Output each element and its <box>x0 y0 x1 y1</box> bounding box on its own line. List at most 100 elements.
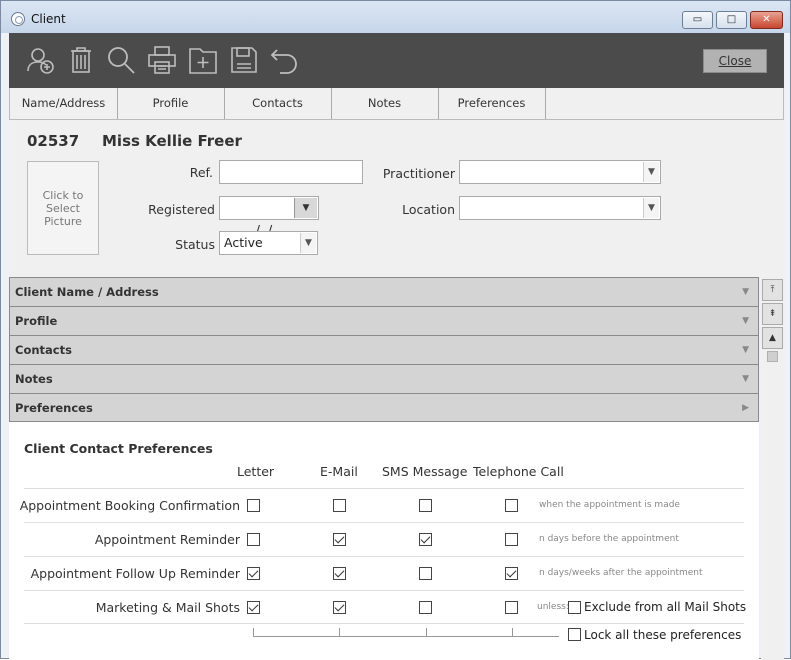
minimize-button[interactable]: ▭ <box>682 11 713 29</box>
checkbox-exclude-mail-shots[interactable] <box>568 601 581 614</box>
date-dropdown-icon[interactable]: ▼ <box>294 198 317 218</box>
tab-preferences[interactable]: Preferences <box>438 88 546 119</box>
scroll-page-up-icon[interactable]: ⇞ <box>762 303 783 325</box>
delete-icon[interactable] <box>65 44 97 76</box>
app-icon <box>11 12 25 26</box>
add-client-icon[interactable] <box>25 44 57 76</box>
checkbox-email[interactable] <box>333 601 346 614</box>
row-label: Appointment Reminder <box>94 532 240 547</box>
section-profile[interactable]: Profile ▼ <box>9 306 759 335</box>
checkbox-letter[interactable] <box>247 567 260 580</box>
column-letter: Letter <box>237 464 275 479</box>
client-window: Client ▭ □ ✕ Close Name/Address Profile <box>0 0 791 660</box>
column-tick <box>426 628 427 636</box>
registered-date-field[interactable]: / / ▼ <box>219 196 319 237</box>
status-value: Active <box>224 235 263 250</box>
tab-bar: Name/Address Profile Contacts Notes Pref… <box>9 88 784 120</box>
client-name: Miss Kellie Freer <box>102 132 242 150</box>
checkbox-sms[interactable] <box>419 567 432 580</box>
checkbox-sms[interactable] <box>419 533 432 546</box>
undo-icon[interactable] <box>269 44 301 76</box>
section-client-name-address[interactable]: Client Name / Address ▼ <box>9 277 759 306</box>
column-telephone: Telephone Call <box>473 464 564 479</box>
save-icon[interactable] <box>228 44 260 76</box>
print-icon[interactable] <box>146 44 178 76</box>
section-label: Profile <box>15 314 58 328</box>
scroll-top-icon[interactable]: ⤒ <box>762 279 783 301</box>
ref-input[interactable] <box>219 160 363 184</box>
pref-row-follow-up-reminder: Appointment Follow Up Reminder n days/we… <box>24 556 744 590</box>
scroll-thumb[interactable] <box>767 351 778 362</box>
section-label: Contacts <box>15 343 72 357</box>
column-tick <box>512 628 513 636</box>
checkbox-telephone[interactable] <box>505 533 518 546</box>
registered-label: Registered <box>148 202 215 217</box>
client-id: 02537 <box>27 132 80 150</box>
column-email: E-Mail <box>320 464 358 479</box>
section-label: Notes <box>15 372 53 386</box>
row-hint: n days/weeks after the appointment <box>539 568 703 578</box>
checkbox-telephone[interactable] <box>505 499 518 512</box>
section-list: Client Name / Address ▼ Profile ▼ Contacts… <box>9 277 759 422</box>
row-hint: n days before the appointment <box>539 534 679 544</box>
expand-arrow-icon: ▼ <box>742 316 749 326</box>
window-title: Client <box>31 12 66 26</box>
maximize-button[interactable]: □ <box>716 11 747 29</box>
checkbox-email[interactable] <box>333 567 346 580</box>
checkbox-letter[interactable] <box>247 499 260 512</box>
column-baseline <box>253 636 559 637</box>
tab-notes[interactable]: Notes <box>331 88 439 119</box>
checkbox-letter[interactable] <box>247 533 260 546</box>
close-button[interactable]: Close <box>703 49 767 73</box>
checkbox-telephone[interactable] <box>505 567 518 580</box>
window-close-button[interactable]: ✕ <box>750 11 783 29</box>
section-contacts[interactable]: Contacts ▼ <box>9 335 759 364</box>
checkbox-email[interactable] <box>333 533 346 546</box>
unless-label: unless: <box>537 602 569 612</box>
section-label: Client Name / Address <box>15 285 159 299</box>
checkbox-email[interactable] <box>333 499 346 512</box>
tab-name-address[interactable]: Name/Address <box>10 88 118 119</box>
pref-row-marketing-mail-shots: Marketing & Mail Shots unless: Exclude f… <box>24 590 747 624</box>
checkbox-telephone[interactable] <box>505 601 518 614</box>
section-label: Preferences <box>15 401 93 415</box>
section-preferences[interactable]: Preferences ▶ <box>9 393 759 422</box>
status-select[interactable]: Active ▼ <box>219 231 318 255</box>
section-notes[interactable]: Notes ▼ <box>9 364 759 393</box>
checkbox-lock-preferences[interactable] <box>568 628 581 641</box>
row-label: Appointment Follow Up Reminder <box>30 566 240 581</box>
ref-label: Ref. <box>189 165 213 180</box>
title-bar: Client ▭ □ ✕ <box>1 1 790 33</box>
client-picture[interactable]: Click to Select Picture <box>27 161 99 255</box>
chevron-down-icon[interactable]: ▼ <box>643 162 659 182</box>
chevron-down-icon[interactable]: ▼ <box>300 233 316 253</box>
expand-arrow-icon: ▼ <box>742 374 749 384</box>
tab-profile[interactable]: Profile <box>117 88 225 119</box>
column-tick <box>253 628 254 636</box>
pref-row-appointment-reminder: Appointment Reminder n days before the a… <box>24 522 744 556</box>
lock-preferences-label: Lock all these preferences <box>584 628 742 642</box>
location-select[interactable]: ▼ <box>459 196 661 220</box>
scrollbar[interactable]: ⤒ ⇞ ▲ <box>761 277 784 660</box>
checkbox-letter[interactable] <box>247 601 260 614</box>
column-tick <box>339 628 340 636</box>
checkbox-sms[interactable] <box>419 601 432 614</box>
expand-arrow-icon: ▼ <box>742 345 749 355</box>
toolbar: Close <box>9 33 784 88</box>
new-folder-icon[interactable] <box>187 44 219 76</box>
expand-arrow-icon: ▼ <box>742 287 749 297</box>
search-icon[interactable] <box>105 44 137 76</box>
checkbox-sms[interactable] <box>419 499 432 512</box>
exclude-mail-shots-label: Exclude from all Mail Shots <box>584 600 747 614</box>
chevron-down-icon[interactable]: ▼ <box>643 198 659 218</box>
location-label: Location <box>402 202 455 217</box>
row-label: Appointment Booking Confirmation <box>19 498 240 513</box>
column-sms: SMS Message <box>382 464 468 479</box>
practitioner-label: Practitioner <box>382 166 455 181</box>
client-header-form: 02537 Miss Kellie Freer Click to Select … <box>9 120 784 278</box>
row-hint: when the appointment is made <box>539 500 680 510</box>
practitioner-select[interactable]: ▼ <box>459 160 661 184</box>
pref-row-booking-confirmation: Appointment Booking Confirmation when th… <box>20 488 744 522</box>
tab-contacts[interactable]: Contacts <box>224 88 332 119</box>
scroll-up-icon[interactable]: ▲ <box>762 327 783 349</box>
